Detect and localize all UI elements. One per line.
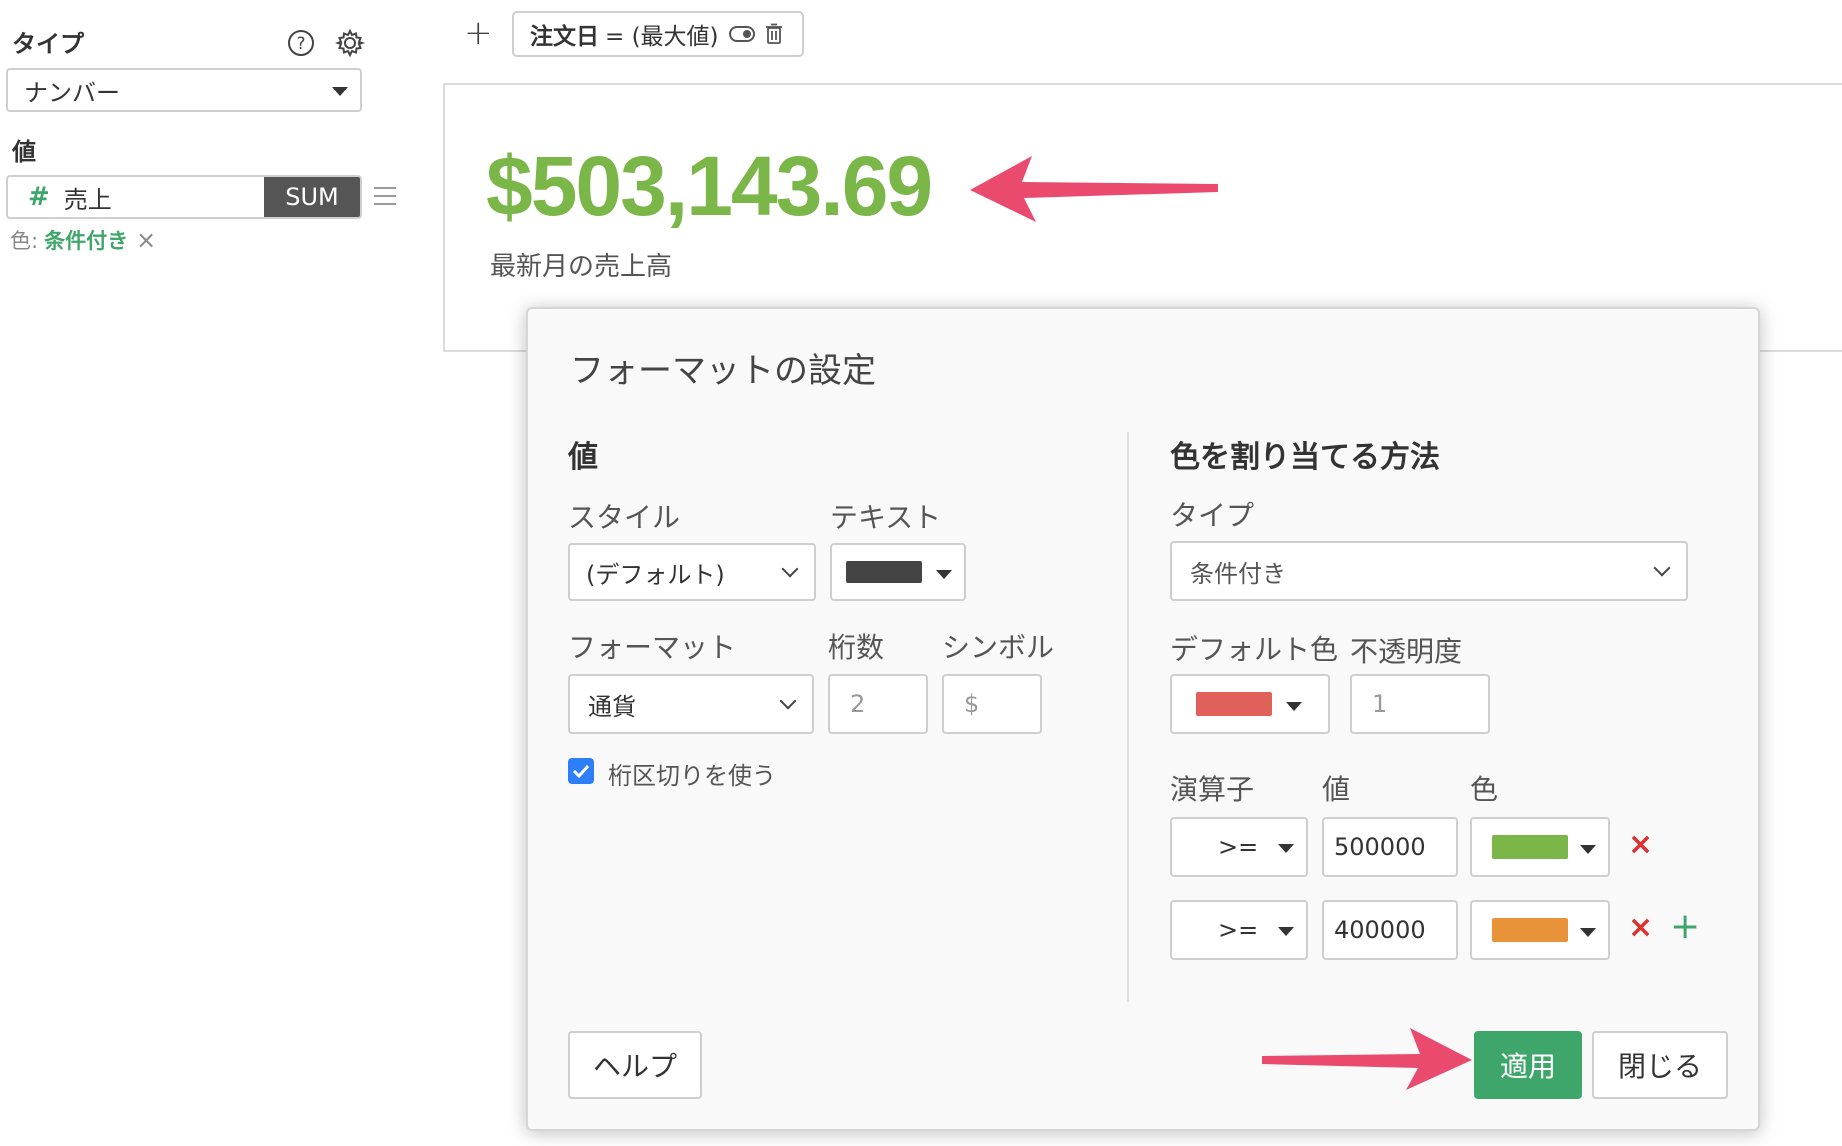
add-rule-icon[interactable]: + [1670,909,1700,945]
field-name: 売上 [63,185,112,214]
help-icon[interactable]: ? [286,28,316,58]
operator-label: 演算子 [1170,773,1255,806]
rule-2-value: 400000 [1334,916,1426,944]
style-label: スタイル [568,501,681,534]
rule-value-label: 値 [1322,773,1351,806]
dropdown-caret-icon [936,570,952,579]
rule-2-color-picker[interactable] [1470,900,1610,960]
rule-1-operator: >= [1218,833,1259,861]
text-color-swatch [846,561,922,583]
rule-1-color-picker[interactable] [1470,817,1610,877]
filter-key: 注文日 [530,24,599,50]
symbol-placeholder: $ [964,690,980,718]
text-color-picker[interactable] [830,543,966,601]
rule-2-color-swatch [1492,918,1568,942]
filter-value: = (最大値) [605,24,719,50]
value-label: 値 [12,138,36,166]
opacity-placeholder: 1 [1372,690,1388,718]
default-color-swatch [1196,692,1272,716]
kpi-value: $503,143.69 [486,139,933,233]
annotation-arrow-icon [970,156,1218,222]
dropdown-caret-icon [1580,845,1596,854]
symbol-label: シンボル [942,631,1055,664]
opacity-label: 不透明度 [1350,635,1463,668]
svg-text:?: ? [296,34,305,54]
color-prefix: 色: [10,229,39,253]
add-filter-button[interactable]: + [464,16,493,50]
text-color-label: テキスト [830,501,942,534]
rule-1-operator-select[interactable]: >= [1170,817,1308,877]
digits-label: 桁数 [828,631,885,664]
rule-2-remove-icon[interactable]: × [1628,913,1653,943]
color-section-title: 色を割り当てる方法 [1170,440,1440,475]
chevron-down-icon [779,692,797,710]
separator-label: 桁区切りを使う [608,762,776,790]
type-select[interactable]: ナンバー [6,68,362,112]
value-section-title: 値 [568,440,598,475]
rule-2-value-input[interactable]: 400000 [1322,900,1458,960]
filter-chip[interactable]: 注文日 = (最大値) [512,11,804,57]
apply-button[interactable]: 適用 [1474,1031,1582,1099]
symbol-input[interactable]: $ [942,674,1042,734]
dropdown-caret-icon [1580,928,1596,937]
style-select-value: (デフォルト) [586,560,725,589]
rule-color-label: 色 [1470,773,1499,806]
dropdown-caret-icon [1278,927,1294,936]
remove-color-icon[interactable]: × [136,226,156,254]
type-select-value: ナンバー [24,78,120,107]
digits-placeholder: 2 [850,690,866,718]
rule-1-value: 500000 [1334,833,1426,861]
type-label: タイプ [12,30,84,58]
column-divider [1127,432,1129,1002]
trash-icon[interactable] [765,23,783,45]
rule-1-remove-icon[interactable]: × [1628,830,1653,860]
kpi-subtitle: 最新月の売上高 [490,252,673,282]
drag-handle-icon[interactable] [374,187,396,211]
color-type-select[interactable]: 条件付き [1170,541,1688,601]
format-select[interactable]: 通貨 [568,674,814,734]
dropdown-caret-icon [1278,844,1294,853]
color-setting-row: 色: 条件付き × [10,225,156,255]
dropdown-caret-icon [332,87,348,96]
digits-input[interactable]: 2 [828,674,928,734]
number-type-icon: # [28,182,50,212]
format-select-value: 通貨 [588,692,636,721]
annotation-arrow-icon [1262,1028,1472,1090]
gear-icon[interactable] [334,27,366,59]
aggregation-button[interactable]: SUM [264,177,360,217]
rule-1-value-input[interactable]: 500000 [1322,817,1458,877]
value-field-pill[interactable]: # 売上 SUM [6,175,362,219]
opacity-input[interactable]: 1 [1350,674,1490,734]
color-type-value: 条件付き [1190,559,1286,588]
toggle-icon[interactable] [728,26,755,42]
color-setting-link[interactable]: 条件付き [44,225,128,255]
style-select[interactable]: (デフォルト) [568,543,816,601]
help-button[interactable]: ヘルプ [568,1031,702,1099]
close-button[interactable]: 閉じる [1592,1031,1728,1099]
color-type-label: タイプ [1170,499,1255,532]
dropdown-caret-icon [1286,702,1302,711]
modal-title: フォーマットの設定 [570,351,876,391]
format-label: フォーマット [568,631,737,664]
rule-2-operator-select[interactable]: >= [1170,900,1308,960]
chevron-down-icon [1653,559,1671,577]
rule-2-operator: >= [1218,916,1259,944]
default-color-label: デフォルト色 [1170,633,1339,666]
default-color-picker[interactable] [1170,674,1330,734]
separator-checkbox[interactable] [568,758,594,784]
rule-1-color-swatch [1492,835,1568,859]
chevron-down-icon [781,560,799,578]
